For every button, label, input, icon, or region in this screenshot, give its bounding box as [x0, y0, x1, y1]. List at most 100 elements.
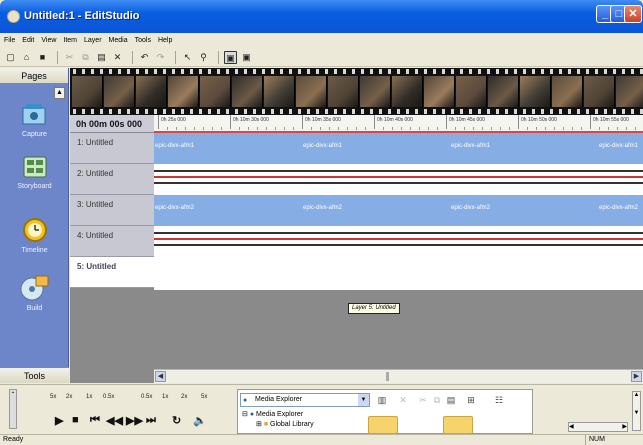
cut-icon[interactable]: ✂: [63, 51, 76, 64]
tree-item-media-explorer[interactable]: ⊟ ● Media Explorer: [242, 410, 314, 420]
tree-item-global-library[interactable]: ⊞ ■ Global Library: [242, 420, 314, 430]
play-icon[interactable]: ▶: [55, 414, 63, 427]
tools-header[interactable]: Tools: [0, 367, 69, 383]
speed-label[interactable]: 2x: [181, 394, 187, 400]
rewind-icon[interactable]: ◀◀: [106, 414, 123, 427]
properties-icon[interactable]: ⊞: [464, 393, 478, 407]
film-frame[interactable]: [360, 76, 391, 107]
preview-icon[interactable]: ▣: [224, 51, 237, 64]
open-icon[interactable]: ⌂: [20, 51, 33, 64]
copy-icon[interactable]: ⧉: [430, 393, 444, 407]
delete-icon[interactable]: ✕: [111, 51, 124, 64]
chevron-down-icon[interactable]: ▼: [358, 394, 369, 406]
speed-label[interactable]: 1x: [162, 394, 168, 400]
film-frame[interactable]: [72, 76, 103, 107]
clip-label[interactable]: epic-divx-afm1: [303, 143, 342, 149]
folder-up-icon[interactable]: ▥: [375, 393, 389, 407]
menu-layer[interactable]: Layer: [84, 37, 102, 44]
film-frame[interactable]: [424, 76, 455, 107]
scroll-thumb[interactable]: [386, 372, 389, 381]
clip-label[interactable]: epic-divx-afm2: [599, 205, 638, 211]
timeline-hscrollbar[interactable]: ◀ ▶: [154, 369, 643, 383]
media-explorer-select[interactable]: ● Media Explorer ▼: [240, 393, 370, 407]
menu-media[interactable]: Media: [109, 37, 128, 44]
paste-icon[interactable]: ▤: [444, 393, 458, 407]
track-3[interactable]: epic-divx-afm2 epic-divx-afm2 epic-divx-af…: [154, 195, 643, 226]
scroll-right-icon[interactable]: ▶: [631, 371, 642, 382]
vertical-scrollbar[interactable]: ▲ ▼: [632, 391, 641, 431]
speed-label[interactable]: 0.5x: [141, 394, 152, 400]
folder-thumb-1[interactable]: [368, 416, 398, 434]
zoom-icon[interactable]: ⚲: [197, 51, 210, 64]
film-frame[interactable]: [520, 76, 551, 107]
page-build[interactable]: Build: [0, 272, 69, 312]
film-strip[interactable]: [70, 68, 643, 115]
close-button[interactable]: ✕: [624, 5, 642, 23]
pointer-icon[interactable]: ↖: [181, 51, 194, 64]
track-2[interactable]: [154, 164, 643, 195]
scroll-left-icon[interactable]: ◀: [155, 371, 166, 382]
layer-3-label[interactable]: 3: Untitled: [70, 195, 154, 226]
clip-label[interactable]: epic-divx-afm1: [599, 143, 638, 149]
film-frame[interactable]: [456, 76, 487, 107]
speed-label[interactable]: 1x: [86, 394, 92, 400]
redo-icon[interactable]: ↷: [154, 51, 167, 64]
new-icon[interactable]: ▢: [4, 51, 17, 64]
track-4[interactable]: [154, 226, 643, 257]
app-icon[interactable]: [7, 10, 20, 23]
menu-file[interactable]: File: [4, 37, 15, 44]
film-frame[interactable]: [616, 76, 643, 107]
view-mode-icon[interactable]: ☷: [492, 393, 506, 407]
menu-help[interactable]: Help: [158, 37, 172, 44]
film-frame[interactable]: [168, 76, 199, 107]
film-frame[interactable]: [264, 76, 295, 107]
loop-icon[interactable]: ↻: [172, 414, 181, 427]
fast-forward-icon[interactable]: ▶▶: [126, 414, 143, 427]
expand-icon[interactable]: ⊞: [256, 421, 262, 428]
menu-item[interactable]: Item: [63, 37, 77, 44]
film-frame[interactable]: [552, 76, 583, 107]
snapshot-icon[interactable]: ▣: [240, 51, 253, 64]
film-frame[interactable]: [104, 76, 135, 107]
film-frame[interactable]: [488, 76, 519, 107]
last-frame-icon[interactable]: ⏭: [146, 414, 156, 427]
film-frame[interactable]: [136, 76, 167, 107]
pages-scroll-up-button[interactable]: ▲: [54, 87, 65, 99]
horizontal-scrollbar[interactable]: ◀ ▶: [568, 422, 628, 432]
menu-tools[interactable]: Tools: [135, 37, 151, 44]
copy-icon[interactable]: ⧉: [79, 51, 92, 64]
speed-label[interactable]: 2x: [66, 394, 72, 400]
menu-view[interactable]: View: [41, 37, 56, 44]
track-5[interactable]: [154, 257, 643, 290]
paste-icon[interactable]: ▤: [95, 51, 108, 64]
layer-4-label[interactable]: 4: Untitled: [70, 226, 154, 257]
film-frame[interactable]: [232, 76, 263, 107]
film-frame[interactable]: [584, 76, 615, 107]
time-ruler[interactable]: 0h 25s 000 0h 10m 30s 000 0h 10m 35s 000 0h…: [154, 115, 643, 133]
track-1[interactable]: epic-divx-afm1 epic-divx-afm1 epic-divx-af…: [154, 133, 643, 164]
volume-icon[interactable]: 🔈: [193, 414, 207, 427]
film-frame[interactable]: [392, 76, 423, 107]
clip-label[interactable]: epic-divx-afm1: [155, 143, 194, 149]
layer-1-label[interactable]: 1: Untitled: [70, 133, 154, 164]
film-frame[interactable]: [296, 76, 327, 107]
clip-label[interactable]: epic-divx-afm1: [451, 143, 490, 149]
film-frame[interactable]: [200, 76, 231, 107]
speed-label[interactable]: 0.5x: [103, 394, 114, 400]
undo-icon[interactable]: ↶: [138, 51, 151, 64]
speed-label[interactable]: 5x: [50, 394, 56, 400]
layer-5-label[interactable]: 5: Untitled: [70, 257, 154, 288]
clip-label[interactable]: epic-divx-afm2: [155, 205, 194, 211]
cut-icon[interactable]: ✂: [416, 393, 430, 407]
film-frame[interactable]: [328, 76, 359, 107]
menu-edit[interactable]: Edit: [22, 37, 34, 44]
clip-label[interactable]: epic-divx-afm2: [451, 205, 490, 211]
speed-label[interactable]: 5x: [201, 394, 207, 400]
page-capture[interactable]: Capture: [0, 102, 69, 138]
save-icon[interactable]: ■: [36, 51, 49, 64]
page-storyboard[interactable]: Storyboard: [0, 154, 69, 190]
delete-icon[interactable]: ✕: [396, 393, 410, 407]
first-frame-icon[interactable]: ⏮: [90, 414, 100, 427]
layer-2-label[interactable]: 2: Untitled: [70, 164, 154, 195]
clip-label[interactable]: epic-divx-afm2: [303, 205, 342, 211]
